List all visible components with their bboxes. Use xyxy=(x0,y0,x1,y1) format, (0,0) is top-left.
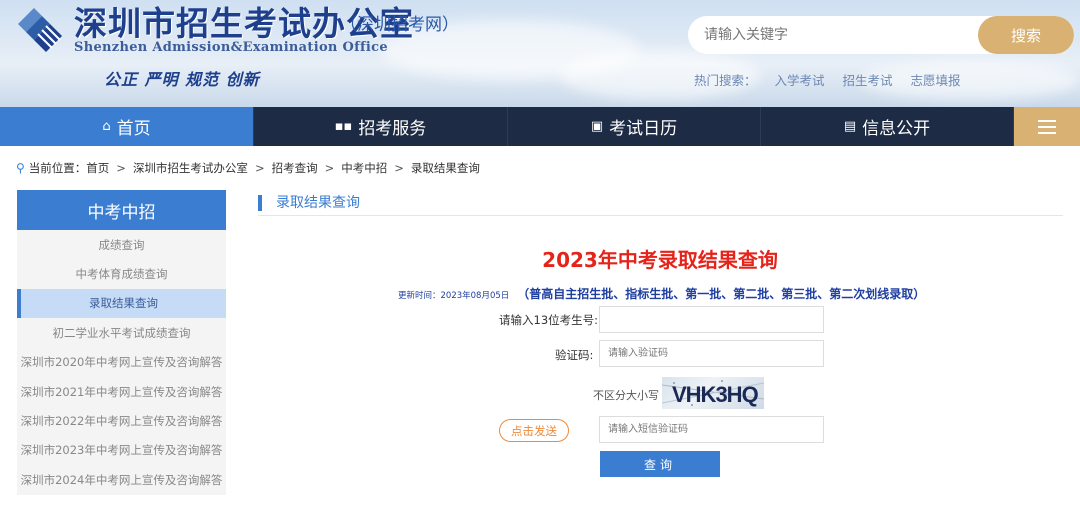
hot-search: 热门搜索： 入学考试 招生考试 志愿填报 xyxy=(694,70,975,89)
document-icon: ▤ xyxy=(843,119,857,134)
nav-item-home[interactable]: ⌂ 首页 xyxy=(0,107,254,146)
section-divider xyxy=(258,215,1063,216)
search-button[interactable]: 搜索 xyxy=(978,16,1074,54)
breadcrumb-link[interactable]: 首页 xyxy=(86,160,109,176)
breadcrumb-link[interactable]: 深圳市招生考试办公室 xyxy=(133,160,248,176)
breadcrumb-link[interactable]: 中考中招 xyxy=(341,160,387,176)
sidebar-title: 中考中招 xyxy=(17,190,226,230)
site-subtitle: （深圳招考网） xyxy=(340,15,459,35)
nav-item-info[interactable]: ▤ 信息公开 xyxy=(761,107,1014,146)
sidebar-item-grade8-score[interactable]: 初二学业水平考试成绩查询 xyxy=(17,318,226,347)
search-box: 搜索 xyxy=(688,16,1074,54)
sms-code-input[interactable] xyxy=(599,416,824,443)
query-button[interactable]: 查询 xyxy=(600,451,720,477)
hot-search-link[interactable]: 志愿填报 xyxy=(911,73,961,88)
sidebar-item-admission-result[interactable]: 录取结果查询 xyxy=(17,288,226,319)
captcha-noise-icon: VHK3HQ xyxy=(662,380,764,407)
sidebar-item-2024-consult[interactable]: 深圳市2024年中考网上宣传及咨询解答 xyxy=(17,465,226,494)
update-info: 更新时间：2023年08月05日 （普高自主招生批、指标生批、第一批、第二批、第… xyxy=(398,285,925,302)
captcha-text: VHK3HQ xyxy=(672,382,759,407)
send-sms-button[interactable]: 点击发送 xyxy=(499,419,569,442)
hot-search-link[interactable]: 入学考试 xyxy=(775,73,825,88)
breadcrumb-label: 当前位置： xyxy=(28,161,87,175)
nav-item-services[interactable]: ▪▪ 招考服务 xyxy=(254,107,508,146)
update-time: 更新时间：2023年08月05日 xyxy=(398,291,510,301)
captcha-input[interactable] xyxy=(599,340,824,367)
breadcrumb-separator-icon: > xyxy=(394,161,404,175)
exam-number-input[interactable] xyxy=(599,306,824,333)
site-english-name: Shenzhen Admission&Examination Office xyxy=(74,40,388,55)
breadcrumb-link[interactable]: 招考查询 xyxy=(272,160,318,176)
calendar-icon: ▣ xyxy=(590,119,604,134)
breadcrumb-separator-icon: > xyxy=(116,161,126,175)
breadcrumb-separator-icon: > xyxy=(254,161,265,175)
page-title: 2023年中考录取结果查询 xyxy=(542,248,778,272)
breadcrumb-current: 录取结果查询 xyxy=(410,161,480,175)
sidebar-item-2020-consult[interactable]: 深圳市2020年中考网上宣传及咨询解答 xyxy=(17,348,226,377)
batch-list: （普高自主招生批、指标生批、第一批、第二批、第三批、第二次划线录取） xyxy=(517,287,926,301)
hot-search-label: 热门搜索： xyxy=(694,73,757,88)
section-title: 录取结果查询 xyxy=(258,194,360,212)
main-nav: ⌂ 首页 ▪▪ 招考服务 ▣ 考试日历 ▤ 信息公开 xyxy=(0,107,1080,146)
case-insensitive-hint: 不区分大小写 xyxy=(593,389,659,402)
home-icon: ⌂ xyxy=(102,119,111,134)
location-pin-icon: ⚲ xyxy=(16,161,25,175)
breadcrumb: ⚲ 当前位置： 首页 > 深圳市招生考试办公室 > 招考查询 > 中考中招 > … xyxy=(16,160,480,176)
exam-number-label: 请输入13位考生号: xyxy=(499,313,599,327)
captcha-label: 验证码: xyxy=(555,348,594,362)
search-input[interactable] xyxy=(688,16,978,54)
site-header: 深圳市招生考试办公室 （深圳招考网） Shenzhen Admission&Ex… xyxy=(0,0,1080,107)
site-slogan: 公正 严明 规范 创新 xyxy=(104,70,260,89)
sidebar: 中考中招 成绩查询 中考体育成绩查询 录取结果查询 初二学业水平考试成绩查询 深… xyxy=(17,190,226,495)
nav-item-calendar[interactable]: ▣ 考试日历 xyxy=(508,107,761,146)
nav-item-label: 信息公开 xyxy=(862,119,931,139)
sidebar-item-2022-consult[interactable]: 深圳市2022年中考网上宣传及咨询解答 xyxy=(17,406,226,435)
nav-item-label: 首页 xyxy=(116,119,151,139)
breadcrumb-separator-icon: > xyxy=(324,161,335,175)
grid-icon: ▪▪ xyxy=(334,119,353,134)
site-logo-icon[interactable] xyxy=(12,4,68,58)
captcha-image[interactable]: VHK3HQ xyxy=(662,377,764,409)
nav-item-label: 考试日历 xyxy=(609,119,678,139)
hot-search-link[interactable]: 招生考试 xyxy=(843,73,893,88)
nav-item-label: 招考服务 xyxy=(358,119,427,139)
menu-icon xyxy=(1038,119,1056,134)
sidebar-item-2023-consult[interactable]: 深圳市2023年中考网上宣传及咨询解答 xyxy=(17,436,226,465)
menu-button[interactable] xyxy=(1014,107,1080,146)
sidebar-item-2021-consult[interactable]: 深圳市2021年中考网上宣传及咨询解答 xyxy=(17,377,226,406)
